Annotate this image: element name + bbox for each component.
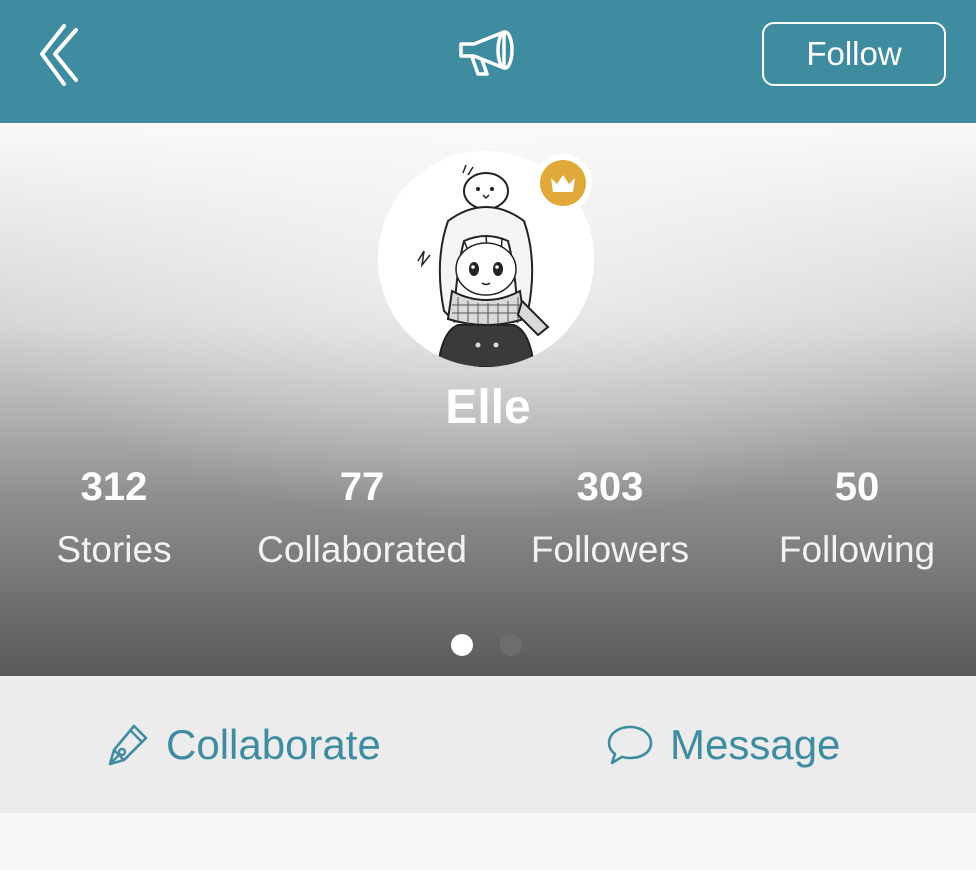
stat-value: 77 <box>339 465 385 509</box>
stat-stories[interactable]: 312 Stories <box>0 465 236 571</box>
collaborate-button[interactable]: Collaborate <box>104 676 381 813</box>
stat-label: Collaborated <box>257 529 467 570</box>
back-button[interactable] <box>34 22 84 90</box>
profile-header: Elle 312 Stories 77 Collaborated 303 Fol… <box>0 123 976 676</box>
speech-bubble-icon <box>607 725 653 764</box>
stat-value: 312 <box>80 465 148 509</box>
profile-name: Elle <box>445 381 531 434</box>
top-navigation-bar: Follow <box>0 0 976 123</box>
stat-value: 303 <box>576 465 644 509</box>
content-area <box>0 813 976 870</box>
stat-followers[interactable]: 303 Followers <box>488 465 732 571</box>
stat-label: Followers <box>530 529 690 570</box>
page-dot-active[interactable] <box>451 634 473 656</box>
page-dot[interactable] <box>500 634 522 656</box>
crown-badge <box>534 154 592 212</box>
message-label: Message <box>670 720 841 768</box>
stat-collaborated[interactable]: 77 Collaborated <box>240 465 484 571</box>
action-bar: Collaborate Message <box>0 676 976 813</box>
chevron-left-icon <box>40 24 78 86</box>
page-indicator <box>0 634 976 656</box>
follow-button[interactable]: Follow <box>762 22 946 86</box>
collaborate-label: Collaborate <box>166 720 381 768</box>
stat-value: 50 <box>834 465 880 509</box>
pen-nib-icon <box>108 724 148 765</box>
crown-icon <box>551 175 575 192</box>
message-button[interactable]: Message <box>606 676 840 813</box>
announce-button[interactable] <box>456 28 518 80</box>
megaphone-icon <box>459 30 514 76</box>
stat-label: Stories <box>56 529 172 570</box>
stat-following[interactable]: 50 Following <box>735 465 976 571</box>
stat-label: Following <box>778 529 936 570</box>
